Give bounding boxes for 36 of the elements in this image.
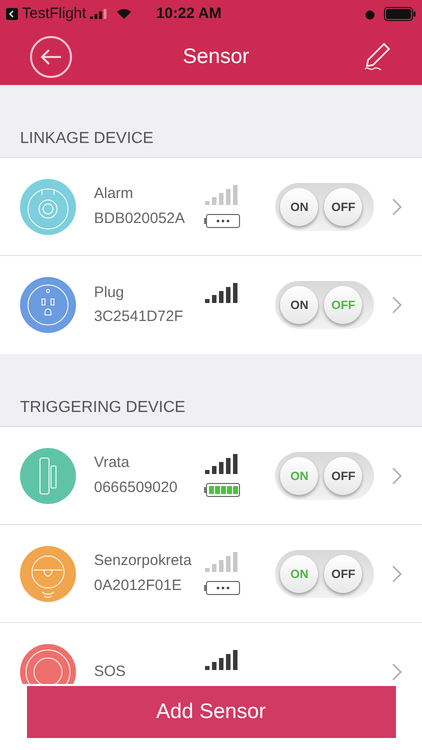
device-row[interactable]: SOS xyxy=(0,623,422,684)
on-button[interactable]: ON xyxy=(280,286,318,324)
device-row[interactable]: Alarm BDB020052A ON OFF xyxy=(0,158,422,256)
cellular-signal-icon xyxy=(90,8,108,20)
chevron-right-icon[interactable] xyxy=(392,466,402,484)
off-button[interactable]: OFF xyxy=(324,554,362,592)
device-row[interactable]: Plug 3C2541D72F ON OFF xyxy=(0,256,422,354)
battery-status-icon xyxy=(384,7,416,21)
screen-title: Sensor xyxy=(182,44,250,70)
back-button[interactable] xyxy=(30,36,72,78)
device-name: Plug xyxy=(94,282,126,302)
back-app-icon[interactable] xyxy=(6,8,18,20)
device-row[interactable]: Senzorpokreta 0A2012F01E ON OFF xyxy=(0,525,422,623)
off-button[interactable]: OFF xyxy=(324,188,362,226)
wifi-icon xyxy=(116,8,132,20)
add-sensor-button[interactable]: Add Sensor xyxy=(26,686,396,738)
on-button[interactable]: ON xyxy=(280,188,318,226)
device-id: 0A2012F01E xyxy=(94,576,183,596)
back-app-label[interactable]: TestFlight xyxy=(22,2,86,26)
back-arrow-icon xyxy=(39,48,63,66)
chevron-right-icon[interactable] xyxy=(392,198,402,216)
device-id: 0666509020 xyxy=(94,478,178,498)
chevron-right-icon[interactable] xyxy=(392,296,402,314)
device-name: Vrata xyxy=(94,453,130,473)
device-row[interactable]: Vrata 0666509020 ON OFF xyxy=(0,427,422,525)
device-id: BDB020052A xyxy=(94,208,186,228)
chevron-right-icon[interactable] xyxy=(392,663,402,681)
device-id: 3C2541D72F xyxy=(94,307,184,327)
device-name: Senzorpokreta xyxy=(94,551,193,571)
off-button[interactable]: OFF xyxy=(324,456,362,494)
section-header: TRIGGERING DEVICE xyxy=(20,398,186,418)
chevron-right-icon[interactable] xyxy=(392,564,402,582)
device-name: SOS xyxy=(94,662,127,682)
device-name: Alarm xyxy=(94,184,134,204)
section-header: LINKAGE DEVICE xyxy=(20,128,154,148)
clock-time: 10:22 AM xyxy=(156,4,222,24)
